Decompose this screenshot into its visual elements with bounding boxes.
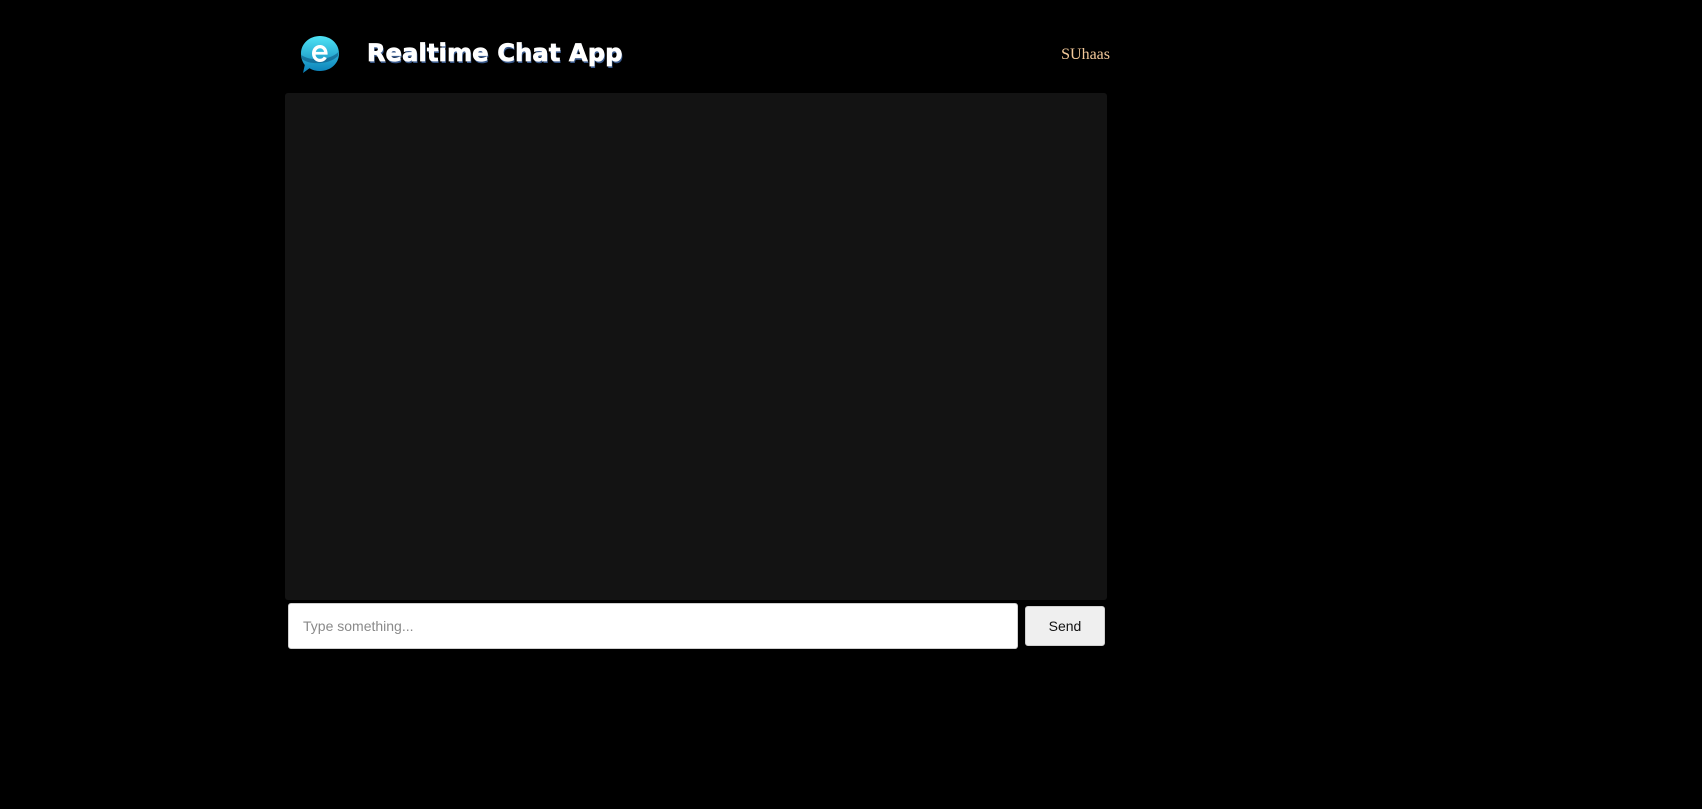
chat-messages-area[interactable] bbox=[285, 93, 1107, 600]
chat-bubble-logo-icon bbox=[299, 34, 341, 76]
username-label: SUhaas bbox=[1061, 46, 1110, 63]
send-button[interactable]: Send bbox=[1025, 606, 1105, 646]
chat-app: Realtime Chat App SUhaas Send bbox=[285, 22, 1110, 649]
message-composer: Send bbox=[288, 603, 1108, 649]
header: Realtime Chat App SUhaas bbox=[285, 22, 1110, 94]
app-title: Realtime Chat App bbox=[367, 39, 623, 68]
message-input[interactable] bbox=[288, 603, 1018, 649]
